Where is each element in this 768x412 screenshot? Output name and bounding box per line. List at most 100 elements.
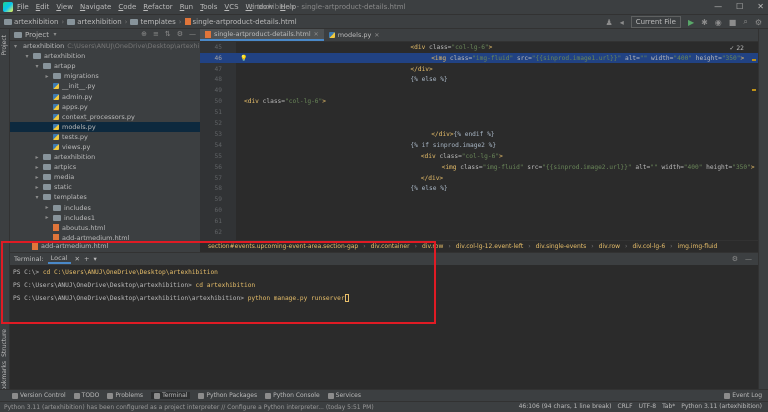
tree-row[interactable]: admin.py <box>10 91 200 101</box>
tree-row[interactable]: ▸ static <box>10 182 200 192</box>
html-crumb[interactable]: section#events.upcoming-event-area.secti… <box>208 243 358 250</box>
toolwindow-problems[interactable]: Problems <box>107 392 143 399</box>
status-message[interactable]: Python 3.11 (artexhibition) has been con… <box>4 404 374 411</box>
stop-icon[interactable]: ■ <box>729 18 737 27</box>
toolwindow-python-packages[interactable]: Python Packages <box>198 392 257 399</box>
chevron-down-icon[interactable]: ▾ <box>34 63 40 70</box>
html-crumb[interactable]: img.img-fluid <box>678 243 718 250</box>
coverage-icon[interactable]: ◉ <box>715 18 722 27</box>
nav-crumb-package[interactable]: artexhibition <box>67 18 122 26</box>
project-view-select[interactable]: Project <box>25 31 49 39</box>
status-widget[interactable]: UTF-8 <box>639 403 657 410</box>
menu-file[interactable]: File <box>17 3 29 11</box>
html-crumb[interactable]: div.container <box>371 243 410 250</box>
chevron-right-icon[interactable]: ▸ <box>34 174 40 181</box>
tree-row[interactable]: apps.py <box>10 102 200 112</box>
nav-crumb-project[interactable]: artexhibition <box>4 18 58 26</box>
tree-row[interactable]: ▸ artexhibition <box>10 152 200 162</box>
menu-refactor[interactable]: Refactor <box>143 3 172 11</box>
chevron-right-icon[interactable]: ▸ <box>34 184 40 191</box>
tree-row[interactable]: __init__.py <box>10 81 200 91</box>
chevron-down-icon[interactable]: ▾ <box>52 31 58 38</box>
minimize-icon[interactable]: — <box>714 2 722 11</box>
tree-row[interactable]: ▸ includes1 <box>10 213 200 223</box>
html-crumb[interactable]: div.col-lg-12.event-left <box>456 243 523 250</box>
nav-crumb-templates[interactable]: templates <box>130 18 176 26</box>
event-log-button[interactable]: Event Log <box>724 392 762 399</box>
chevron-right-icon[interactable]: ▸ <box>44 73 50 80</box>
tree-row[interactable]: context_processors.py <box>10 112 200 122</box>
toolwindow-version-control[interactable]: Version Control <box>12 392 66 399</box>
run-icon[interactable]: ▶ <box>688 18 694 27</box>
menu-run[interactable]: Run <box>180 3 193 11</box>
menu-code[interactable]: Code <box>118 3 136 11</box>
html-crumb[interactable]: div.single-events <box>536 243 587 250</box>
status-widget[interactable]: CRLF <box>617 403 632 410</box>
menu-vcs[interactable]: VCS <box>224 3 238 11</box>
tree-row[interactable]: ▸ media <box>10 172 200 182</box>
editor-tab[interactable]: models.py ✕ <box>324 29 385 41</box>
chevron-down-icon[interactable]: ▾ <box>14 43 17 50</box>
user-icon[interactable]: ♟ <box>606 18 613 27</box>
close-icon[interactable]: ✕ <box>314 31 319 38</box>
tree-row[interactable]: aboutus.html <box>10 223 200 233</box>
terminal-tab-local[interactable]: Local <box>47 254 71 264</box>
status-widget[interactable]: 46:106 (94 chars, 1 line break) <box>519 403 612 410</box>
inspection-widget[interactable]: ✓ 22 <box>729 45 744 52</box>
toolwindow-services[interactable]: Services <box>327 392 361 399</box>
menu-edit[interactable]: Edit <box>36 3 50 11</box>
close-icon[interactable]: ✕ <box>75 255 80 263</box>
close-icon[interactable]: ✕ <box>374 32 379 39</box>
run-configuration-select[interactable]: Current File <box>630 16 681 28</box>
tree-row[interactable]: add-artmedium.html <box>10 233 200 240</box>
nav-crumb-file[interactable]: single-artproduct-details.html <box>184 18 297 26</box>
tree-row[interactable]: ▸ migrations <box>10 71 200 81</box>
status-widget[interactable]: Tab* <box>662 403 675 410</box>
tree-row[interactable]: tests.py <box>10 132 200 142</box>
search-icon[interactable]: ⌕ <box>743 17 747 27</box>
tree-row[interactable]: views.py <box>10 142 200 152</box>
hide-icon[interactable]: — <box>745 255 752 263</box>
collapse-all-icon[interactable]: ≡ <box>153 30 159 38</box>
tree-row[interactable]: add-artmedium.html <box>10 240 200 252</box>
status-widget[interactable]: Python 3.11 (artexhibition) <box>681 403 762 410</box>
gear-icon[interactable]: ⚙ <box>177 30 183 38</box>
settings-icon[interactable]: ⚙ <box>755 18 762 27</box>
tree-row[interactable]: ▾ templates <box>10 192 200 202</box>
toolwindow-terminal[interactable]: Terminal <box>151 392 191 399</box>
chevron-down-icon[interactable]: ▾ <box>93 255 96 263</box>
maximize-icon[interactable]: ☐ <box>736 2 743 11</box>
toolwindow-todo[interactable]: TODO <box>73 392 99 399</box>
tree-row[interactable]: ▾ artapp <box>10 61 200 71</box>
tree-row[interactable]: ▾ artexhibition C:\Users\ANUJ\OneDrive\Des… <box>10 41 200 51</box>
tree-row[interactable]: models.py <box>10 121 200 132</box>
structure-tool-tab[interactable]: Structure <box>1 329 8 357</box>
tree-row[interactable]: ▾ artexhibition <box>10 51 200 61</box>
menu-view[interactable]: View <box>56 3 73 11</box>
gear-icon[interactable]: ⚙ <box>732 255 738 263</box>
project-tool-tab[interactable]: Project <box>1 35 8 56</box>
menu-tools[interactable]: Tools <box>200 3 217 11</box>
intention-bulb-icon[interactable]: 💡 <box>240 55 247 62</box>
chevron-right-icon[interactable]: ▸ <box>44 214 50 221</box>
hide-icon[interactable]: — <box>189 30 196 38</box>
locate-icon[interactable]: ⊕ <box>141 30 147 38</box>
chevron-down-icon[interactable]: ▾ <box>34 194 40 201</box>
chevron-right-icon[interactable]: ▸ <box>34 164 40 171</box>
chevron-down-icon[interactable]: ▾ <box>24 53 30 60</box>
expand-all-icon[interactable]: ⇅ <box>165 30 171 38</box>
chevron-right-icon[interactable]: ▸ <box>44 204 50 211</box>
html-crumb[interactable]: div.col-lg-6 <box>632 243 665 250</box>
new-tab-icon[interactable]: + <box>84 255 89 263</box>
chevron-right-icon[interactable]: ▸ <box>34 154 40 161</box>
html-crumb[interactable]: div.row <box>422 243 443 250</box>
back-arrow-icon[interactable]: ◂ <box>620 18 624 27</box>
tree-row[interactable]: ▸ includes <box>10 203 200 213</box>
html-crumb[interactable]: div.row <box>599 243 620 250</box>
toolwindow-python-console[interactable]: Python Console <box>265 392 320 399</box>
tree-row[interactable]: ▸ artpics <box>10 162 200 172</box>
editor-scrollbar[interactable] <box>752 49 756 237</box>
close-icon[interactable]: ✕ <box>757 2 764 11</box>
terminal-output[interactable]: PS C:\> cd C:\Users\ANUJ\OneDrive\Deskto… <box>10 265 758 311</box>
menu-navigate[interactable]: Navigate <box>80 3 111 11</box>
